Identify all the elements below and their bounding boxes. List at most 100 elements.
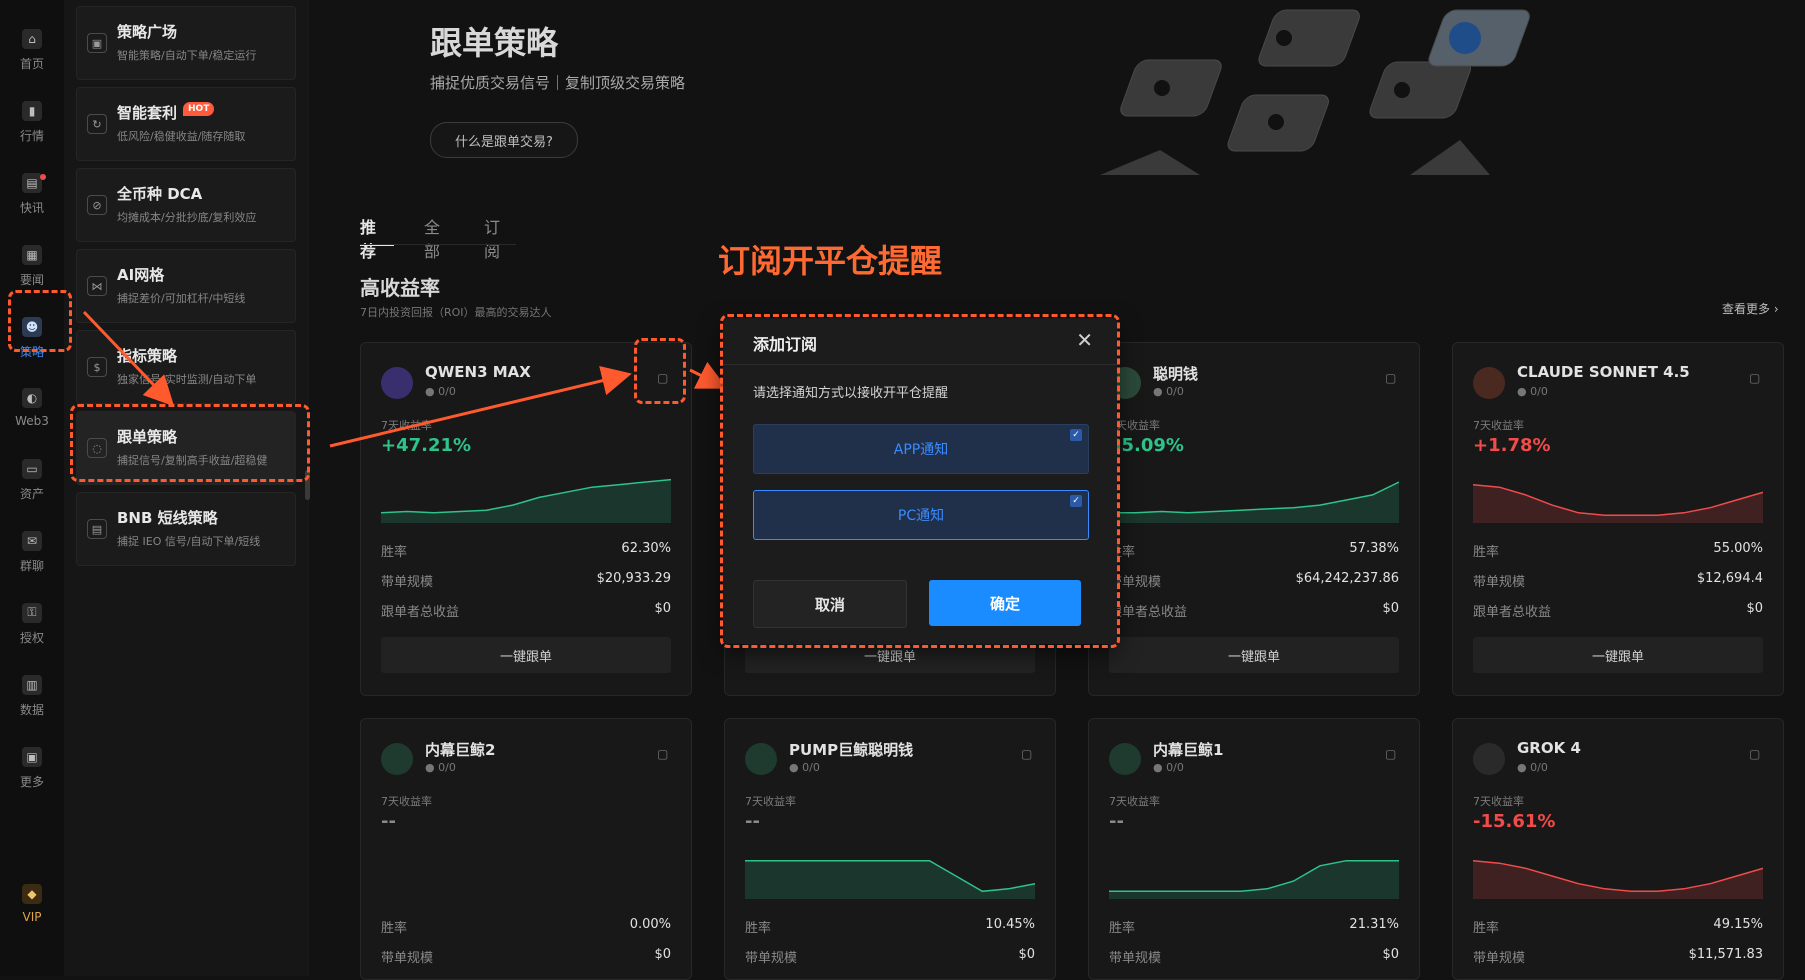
rail-item-label: 更多: [19, 774, 44, 789]
rail-item-8[interactable]: ⚿ 授权: [0, 594, 64, 654]
bookmark-icon[interactable]: ▢: [1021, 747, 1035, 763]
vip-item[interactable]: ◆ VIP: [0, 874, 64, 934]
roi-sparkline: [1473, 483, 1763, 523]
authorize-icon: ⚿: [22, 602, 42, 623]
strategy-item-4[interactable]: $ 指标策略 独家信号/实时监测/自动下单: [76, 330, 296, 404]
view-more-link[interactable]: 查看更多 ›: [1722, 300, 1779, 317]
rail-item-6[interactable]: ▭ 资产: [0, 450, 64, 510]
strategy-card[interactable]: GROK 4 ● 0/0 ▢ 7天收益率 -15.61% 胜率 49.15% 带单规模 $11,…: [1452, 718, 1784, 980]
strategy-title-text: 策略广场: [117, 23, 178, 41]
bookmark-icon[interactable]: ▢: [1385, 371, 1399, 387]
bookmark-icon[interactable]: ▢: [657, 747, 671, 763]
follower-count-text: 0/0: [438, 385, 456, 398]
win-rate-value: 57.38%: [1349, 541, 1399, 556]
win-rate-row: 胜率 62.30%: [381, 541, 671, 560]
strategy-card[interactable]: 聪明钱 ● 0/0 ▢ 7天收益率 35.09% 胜率 57.38% 带单规模 $64,242,…: [1088, 342, 1420, 696]
rail-item-label: 授权: [19, 630, 44, 645]
strategy-card[interactable]: 内幕巨鲸1 ● 0/0 ▢ 7天收益率 -- 胜率 21.31% 带单规模 $0: [1088, 718, 1420, 980]
follower-count-text: 0/0: [438, 761, 456, 774]
scale-row: 带单规模 $11,571.83: [1473, 947, 1763, 966]
one-click-follow-button[interactable]: 一键跟单: [1473, 637, 1763, 673]
rail-item-3[interactable]: ▦ 要闻: [0, 236, 64, 296]
rail-item-9[interactable]: ▥ 数据: [0, 666, 64, 726]
sparkline-area: [1109, 482, 1399, 523]
data-icon: ▥: [22, 674, 42, 695]
rail-item-10[interactable]: ▣ 更多: [0, 738, 64, 798]
trader-name: PUMP巨鲸聪明钱: [789, 741, 914, 759]
strategy-subtitle: 均摊成本/分批抄底/复利效应: [117, 211, 257, 224]
roi-label: 7天收益率: [1473, 795, 1524, 808]
rail-item-0[interactable]: ⌂ 首页: [0, 20, 64, 80]
scale-label: 带单规模: [1473, 575, 1526, 590]
strategy-item-3[interactable]: ⋈ AI网格 捕捉差价/可加杠杆/中短线: [76, 249, 296, 323]
rail-item-5[interactable]: ◐ Web3: [0, 378, 64, 438]
rail-item-2[interactable]: ▤ 快讯: [0, 164, 64, 224]
tab-recommended[interactable]: 推荐: [360, 214, 376, 262]
follower-profit-value: $0: [1382, 601, 1399, 616]
rail-item-label: 群聊: [19, 558, 44, 573]
bookmark-icon[interactable]: ▢: [1749, 371, 1763, 387]
follower-count: ● 0/0: [789, 761, 820, 774]
strategy-item-6[interactable]: ▤ BNB 短线策略捕捉 IEO 信号/自动下单/短线: [76, 492, 296, 566]
strategy-title-text: BNB 短线策略: [117, 509, 218, 527]
strategy-card[interactable]: PUMP巨鲸聪明钱 ● 0/0 ▢ 7天收益率 -- 胜率 10.45% 带单规模 $0: [724, 718, 1056, 980]
trader-name: GROK 4: [1517, 739, 1581, 757]
strategy-item-1[interactable]: ↻ 智能套利 HOT 低风险/稳健收益/随存随取: [76, 87, 296, 161]
tab-all[interactable]: 全部: [424, 214, 440, 262]
strategy-card[interactable]: CLAUDE SONNET 4.5 ● 0/0 ▢ 7天收益率 +1.78% 胜率 55.0…: [1452, 342, 1784, 696]
follower-count: ● 0/0: [1517, 761, 1548, 774]
annotation-title: 订阅开平仓提醒: [718, 242, 943, 280]
strategy-title-text: 全币种 DCA: [117, 185, 203, 203]
follower-count: ● 0/0: [1153, 761, 1184, 774]
strategy-title: 智能套利 HOT: [117, 102, 215, 123]
win-rate-row: 胜率 49.15%: [1473, 917, 1763, 936]
scale-value: $0: [1018, 947, 1035, 962]
bookmark-icon[interactable]: ▢: [1749, 747, 1763, 763]
strategy-subtitle: 捕捉 IEO 信号/自动下单/短线: [117, 535, 261, 548]
left-nav-rail: ⌂ 首页 ▮ 行情 ▤ 快讯 ▦ 要闻 ☻ 策略 ◐ Web3 ▭ 资产 ✉ 群聊 ⚿ 授权 ▥ 数据 ▣ 更多 ◆ VIP: [0, 0, 65, 976]
wallet-icon: ▭: [22, 458, 42, 479]
annotation-box-strategy-nav: [8, 290, 72, 352]
rail-item-label: 首页: [19, 56, 44, 71]
scale-value: $0: [654, 947, 671, 962]
rail-item-7[interactable]: ✉ 群聊: [0, 522, 64, 582]
trader-avatar: [1473, 743, 1505, 775]
win-rate-label: 胜率: [381, 921, 408, 936]
annotation-box-copy-trading: [70, 404, 310, 482]
strategy-item-0[interactable]: ▣ 策略广场 智能策略/自动下单/稳定运行: [76, 6, 296, 80]
bar-chart-icon: ▮: [22, 100, 42, 121]
rail-item-label: 要闻: [19, 272, 44, 287]
hot-badge: HOT: [183, 102, 215, 116]
trader-name: 内幕巨鲸2: [425, 741, 496, 759]
strategy-list-panel: ▣ 策略广场 智能策略/自动下单/稳定运行 ↻ 智能套利 HOT 低风险/稳健收益/随存随取…: [64, 0, 309, 976]
strategy-card[interactable]: 内幕巨鲸2 ● 0/0 ▢ 7天收益率 -- 胜率 0.00% 带单规模 $0: [360, 718, 692, 980]
rail-item-1[interactable]: ▮ 行情: [0, 92, 64, 152]
annotation-box-dialog: [720, 314, 1120, 648]
follower-profit-row: 跟单者总收益 $0: [1473, 601, 1763, 620]
trader-avatar: [745, 743, 777, 775]
follower-profit-label: 跟单者总收益: [1473, 605, 1552, 620]
one-click-follow-button[interactable]: 一键跟单: [381, 637, 671, 673]
trader-avatar: [1473, 367, 1505, 399]
win-rate-value: 49.15%: [1713, 917, 1763, 932]
roi-value: --: [745, 811, 760, 832]
bookmark-icon[interactable]: ▢: [1385, 747, 1399, 763]
win-rate-label: 胜率: [1473, 545, 1500, 560]
scale-row: 带单规模 $0: [1109, 947, 1399, 966]
scale-label: 带单规模: [745, 951, 798, 966]
tab-subscribed[interactable]: 订阅: [484, 214, 500, 262]
rail-item-label: 快讯: [19, 200, 44, 215]
strategy-item-2[interactable]: ⊘ 全币种 DCA 均摊成本/分批抄底/复利效应: [76, 168, 296, 242]
follower-count-text: 0/0: [1530, 385, 1548, 398]
one-click-follow-button[interactable]: 一键跟单: [1109, 637, 1399, 673]
strategy-title-text: 智能套利: [117, 104, 178, 122]
what-is-copy-trading-button[interactable]: 什么是跟单交易?: [430, 122, 578, 158]
scale-row: 带单规模 $0: [381, 947, 671, 966]
scale-value: $11,571.83: [1688, 947, 1763, 962]
strategy-title-text: AI网格: [117, 266, 165, 284]
win-rate-value: 62.30%: [621, 541, 671, 556]
win-rate-value: 55.00%: [1713, 541, 1763, 556]
strategy-icon: ▤: [87, 519, 107, 539]
follower-profit-label: 跟单者总收益: [381, 605, 460, 620]
roi-label: 7天收益率: [381, 795, 432, 808]
